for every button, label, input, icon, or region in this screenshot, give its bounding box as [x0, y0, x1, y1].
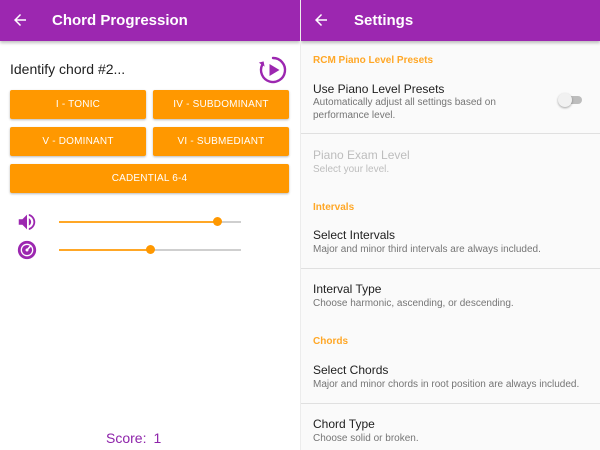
volume-thumb[interactable]	[212, 217, 222, 226]
pref-summary: Major and minor third intervals are alwa…	[313, 244, 541, 255]
use-presets-toggle[interactable]	[558, 92, 584, 108]
divider	[301, 403, 600, 404]
pref-title: Use Piano Level Presets	[313, 82, 445, 96]
pref-use-piano-presets[interactable]: Use Piano Level Presets Automatically ad…	[301, 78, 600, 133]
category-intervals: Intervals	[313, 202, 355, 213]
app-bar: Chord Progression	[0, 0, 300, 41]
score-label: Score:	[106, 430, 147, 446]
volume-icon	[18, 213, 36, 231]
pref-summary: Choose harmonic, ascending, or descendin…	[313, 298, 514, 309]
pref-title: Chord Type	[313, 417, 375, 431]
dominant-button[interactable]: V - DOMINANT	[10, 127, 146, 156]
tonic-button[interactable]: I - TONIC	[10, 90, 146, 119]
tempo-track-fill	[59, 249, 150, 251]
pref-select-intervals[interactable]: Select Intervals Major and minor third i…	[301, 224, 600, 268]
pref-summary: Choose solid or broken.	[313, 433, 419, 444]
submediant-button[interactable]: VI - SUBMEDIANT	[153, 127, 289, 156]
tempo-thumb[interactable]	[145, 245, 155, 254]
page-title: Chord Progression	[52, 12, 188, 29]
question-prompt: Identify chord #2...	[10, 61, 126, 77]
chord-progression-screen: Chord Progression Identify chord #2... I…	[0, 0, 300, 450]
arrow-left-icon[interactable]	[312, 11, 330, 29]
pref-title: Interval Type	[313, 282, 382, 296]
pref-title: Piano Exam Level	[313, 148, 410, 162]
app-bar: Settings	[301, 0, 600, 41]
pref-summary: Major and minor chords in root position …	[313, 379, 580, 390]
volume-slider[interactable]	[59, 214, 241, 230]
replay-play-icon[interactable]	[257, 54, 289, 86]
arrow-left-icon[interactable]	[11, 11, 29, 29]
pref-select-chords[interactable]: Select Chords Major and minor chords in …	[301, 359, 600, 403]
tempo-icon	[17, 240, 37, 260]
settings-screen: Settings RCM Piano Level Presets Use Pia…	[300, 0, 600, 450]
divider	[301, 133, 600, 134]
pref-summary: Select your level.	[313, 164, 390, 175]
score-value: 1	[153, 430, 162, 446]
volume-track-fill	[59, 221, 218, 223]
tempo-slider[interactable]	[59, 242, 241, 258]
cadential-button[interactable]: CADENTIAL 6-4	[10, 164, 289, 193]
pref-summary: Automatically adjust all settings based …	[313, 97, 496, 121]
pref-interval-type[interactable]: Interval Type Choose harmonic, ascending…	[301, 278, 600, 322]
score: Score: 1	[106, 430, 161, 446]
pref-chord-type[interactable]: Chord Type Choose solid or broken.	[301, 413, 600, 450]
subdominant-button[interactable]: IV - SUBDOMINANT	[153, 90, 289, 119]
pref-piano-exam-level: Piano Exam Level Select your level.	[301, 144, 600, 184]
pref-title: Select Intervals	[313, 228, 396, 242]
divider	[301, 268, 600, 269]
category-chords: Chords	[313, 336, 348, 347]
toggle-thumb	[558, 93, 572, 107]
category-rcm-presets: RCM Piano Level Presets	[313, 55, 434, 66]
page-title: Settings	[354, 12, 414, 29]
pref-title: Select Chords	[313, 363, 389, 377]
